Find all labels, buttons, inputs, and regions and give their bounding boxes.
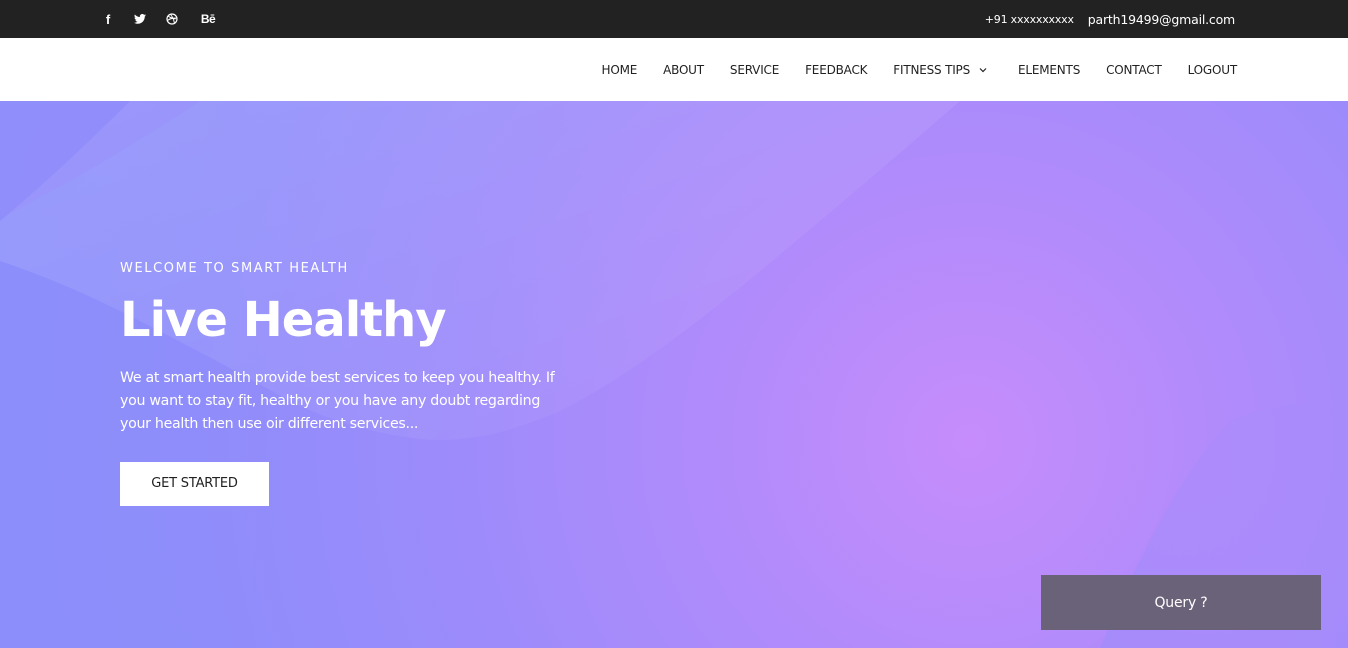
behance-icon[interactable]: Bē: [199, 0, 217, 38]
nav-item-feedback[interactable]: FEEDBACK: [805, 63, 867, 77]
top-bar: f Bē +91 xxxxxxxxxx parth19499@gmail.com: [0, 0, 1348, 38]
query-button[interactable]: Query ?: [1041, 575, 1321, 630]
nav-item-contact[interactable]: CONTACT: [1106, 63, 1162, 77]
chevron-down-icon: [978, 65, 988, 75]
dribbble-icon[interactable]: [165, 0, 179, 38]
nav-item-service[interactable]: SERVICE: [730, 63, 779, 77]
nav-item-fitness-tips[interactable]: FITNESS TIPS: [893, 63, 988, 77]
twitter-icon[interactable]: [133, 0, 147, 38]
main-navbar: HOME ABOUT SERVICE FEEDBACK FITNESS TIPS…: [0, 38, 1348, 101]
hero-description: We at smart health provide best services…: [120, 369, 555, 432]
hero-content: WELCOME TO SMART HEALTH Live Healthy We …: [120, 261, 580, 506]
nav-item-logout[interactable]: LOGOUT: [1188, 63, 1238, 77]
nav-item-label: FITNESS TIPS: [893, 62, 970, 77]
nav-menu: HOME ABOUT SERVICE FEEDBACK FITNESS TIPS…: [602, 38, 1238, 101]
hero-title: Live Healthy: [120, 292, 447, 348]
contact-info: +91 xxxxxxxxxx parth19499@gmail.com: [985, 0, 1235, 38]
nav-item-elements[interactable]: ELEMENTS: [1018, 63, 1080, 77]
phone-number: +91 xxxxxxxxxx: [984, 12, 1074, 26]
hero-banner: WELCOME TO SMART HEALTH Live Healthy We …: [0, 101, 1348, 648]
social-links: f Bē: [101, 0, 217, 38]
email-address[interactable]: parth19499@gmail.com: [1088, 12, 1235, 27]
hero-eyebrow: WELCOME TO SMART HEALTH: [120, 261, 349, 276]
nav-item-home[interactable]: HOME: [602, 63, 638, 77]
get-started-button[interactable]: GET STARTED: [120, 461, 269, 506]
nav-item-about[interactable]: ABOUT: [663, 63, 704, 77]
facebook-icon[interactable]: f: [101, 0, 115, 38]
